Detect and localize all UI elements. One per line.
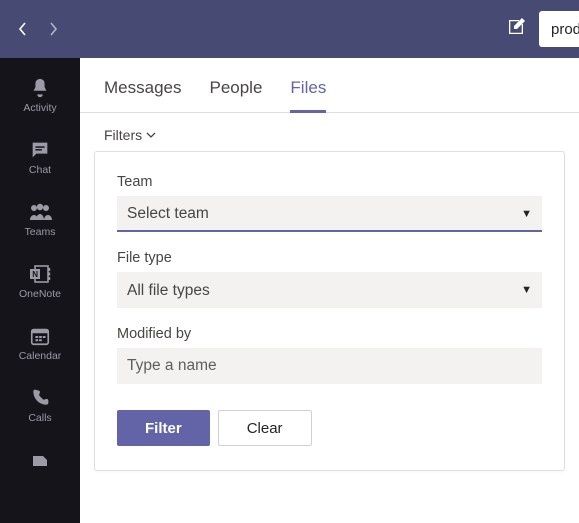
nav-arrows — [10, 22, 60, 36]
rail-label: Chat — [29, 164, 51, 176]
phone-icon — [28, 386, 52, 410]
file-type-field: File type All file types ▼ — [117, 250, 542, 308]
rail-label: Activity — [23, 102, 56, 114]
rail-label: Calls — [28, 412, 51, 424]
filter-panel: Team Select team ▼ File type All file ty… — [94, 151, 565, 471]
back-button[interactable] — [16, 22, 30, 36]
modified-by-label: Modified by — [117, 326, 542, 342]
rail-files[interactable] — [0, 436, 80, 498]
rail-teams[interactable]: Teams — [0, 188, 80, 250]
clear-button[interactable]: Clear — [218, 410, 312, 446]
tab-label: Messages — [104, 78, 181, 97]
chevron-right-icon — [48, 21, 58, 37]
search-text: prod — [551, 21, 579, 38]
file-type-label: File type — [117, 250, 542, 266]
compose-button[interactable] — [505, 16, 527, 43]
chat-icon — [28, 138, 52, 162]
team-field: Team Select team ▼ — [117, 174, 542, 232]
rail-label: Calendar — [19, 350, 62, 362]
button-label: Clear — [247, 420, 283, 437]
filter-buttons: Filter Clear — [117, 410, 542, 446]
chevron-left-icon — [18, 21, 28, 37]
filters-label: Filters — [104, 127, 142, 143]
rail-calendar[interactable]: Calendar — [0, 312, 80, 374]
button-label: Filter — [145, 420, 182, 437]
forward-button[interactable] — [46, 22, 60, 36]
rail-calls[interactable]: Calls — [0, 374, 80, 436]
rail-onenote[interactable]: N OneNote — [0, 250, 80, 312]
rail-label: Teams — [25, 226, 56, 238]
modified-by-field: Modified by — [117, 326, 542, 384]
search-results-pane: Messages People Files Filters Team Selec… — [80, 58, 579, 523]
modified-by-input[interactable] — [117, 348, 542, 384]
tab-files[interactable]: Files — [290, 78, 326, 112]
tab-label: Files — [290, 78, 326, 97]
rail-label: OneNote — [19, 288, 61, 300]
chevron-down-icon — [146, 131, 156, 139]
filters-toggle[interactable]: Filters — [80, 113, 579, 151]
bell-icon — [28, 76, 52, 100]
title-bar: prod — [0, 0, 579, 58]
team-select[interactable]: Select team — [117, 196, 542, 232]
compose-icon — [505, 16, 527, 38]
team-label: Team — [117, 174, 542, 190]
app-rail: Activity Chat Teams N OneNote Calendar — [0, 58, 80, 523]
teams-icon — [28, 200, 52, 224]
tab-bar: Messages People Files — [80, 58, 579, 113]
rail-activity[interactable]: Activity — [0, 64, 80, 126]
file-icon — [28, 455, 52, 479]
tab-people[interactable]: People — [209, 78, 262, 112]
file-type-select[interactable]: All file types — [117, 272, 542, 308]
calendar-icon — [28, 324, 52, 348]
onenote-icon: N — [28, 262, 52, 286]
tab-messages[interactable]: Messages — [104, 78, 181, 112]
svg-text:N: N — [32, 270, 38, 279]
tab-label: People — [209, 78, 262, 97]
search-input[interactable]: prod — [539, 11, 579, 47]
filter-button[interactable]: Filter — [117, 410, 210, 446]
rail-chat[interactable]: Chat — [0, 126, 80, 188]
